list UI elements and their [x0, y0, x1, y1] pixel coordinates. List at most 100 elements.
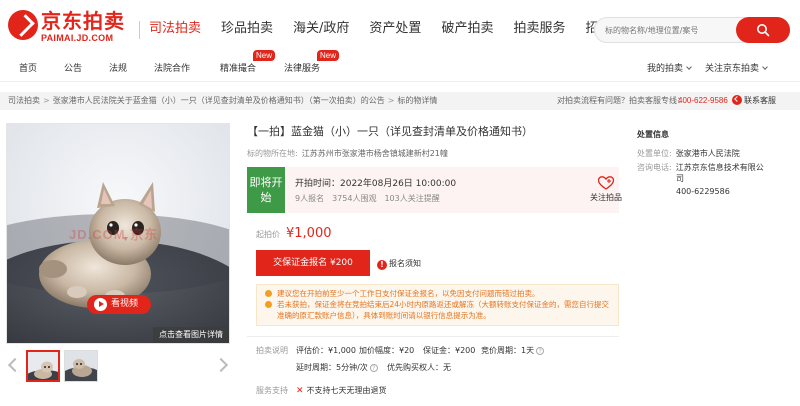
logo-text-cn: 京东拍卖 [41, 9, 125, 33]
consult-company-cont: 司 [676, 173, 684, 184]
new-badge: New [253, 50, 276, 61]
nav-treasure-auction[interactable]: 珍品拍卖 [211, 18, 283, 40]
service-hotline: 400-622-9586 [678, 96, 728, 105]
consult-company: 江苏京东信息技术有限公 [675, 163, 764, 172]
jd-auction-logo[interactable]: 京东拍卖 PAIMAI.JD.COM [8, 10, 136, 48]
subnav-precise-match[interactable]: 精准撮合 New [220, 50, 276, 76]
watch-video-button[interactable]: 看视频 [87, 295, 151, 314]
nav-auction-service[interactable]: 拍卖服务 [503, 18, 575, 40]
thumbnail-2[interactable] [64, 350, 98, 382]
thumbnail-1[interactable] [26, 350, 60, 382]
tip-text: 建议您在开拍前至少一个工作日支付保证金报名，以免因支付问题而错过拍卖。 [277, 289, 540, 298]
search-box [594, 17, 790, 43]
breadcrumb: 司法拍卖 > 张家港市人民法院关于蓝金猫（小）一只（详见查封清单及价格通知书）（第一… [8, 95, 437, 107]
no-return-text: 不支持七天无理由退货 [306, 386, 387, 395]
subnav-court-cooperation[interactable]: 法院合作 [154, 62, 190, 76]
location-value: 江苏苏州市张家港市杨舍镇城建新村21幢 [301, 149, 448, 158]
view-count: 3754人围观 [332, 194, 377, 203]
consult-phone: 400-6229586 [676, 187, 730, 196]
play-icon [94, 298, 107, 311]
bidding-period: 竞价周期：1天? [481, 345, 545, 357]
close-x-icon: ✕ [296, 386, 304, 396]
subnav-law[interactable]: 法规 [109, 62, 127, 76]
watch-video-label: 看视频 [111, 299, 139, 309]
consult-company-tail: 司 [676, 174, 684, 183]
bidding-period-text: 竞价周期：1天 [481, 346, 535, 355]
item-location: 标的物所在地: 江苏苏州市张家港市杨舍镇城建新村21幢 [247, 148, 448, 160]
status-badge: 即将开始 [247, 167, 285, 213]
view-photo-details-link[interactable]: 点击查看图片详情 [153, 327, 229, 343]
delay-period: 延时周期：5分钟/次? [296, 362, 378, 374]
search-button[interactable] [736, 17, 790, 43]
start-price-label: 起拍价 [256, 230, 280, 239]
photo-watermark: JD.COM 京东 [69, 227, 159, 242]
delay-period-text: 延时周期：5分钟/次 [296, 363, 368, 372]
auction-stats: 9人报名 3754人围观 103人关注提醒 [295, 194, 448, 204]
section-divider [247, 336, 619, 337]
tip-item: 若未获拍，保证金将在竞拍结束后24小时内原路返还或解冻（大额转账支付保证金的，需… [265, 299, 610, 321]
follow-item-button[interactable]: 关注拍品 [588, 176, 624, 203]
signup-count: 9人报名 [295, 194, 325, 203]
disposal-unit-row: 处置单位: 张家港市人民法院 [637, 148, 740, 159]
consult-label: 咨询电话: [637, 163, 672, 172]
follow-jd-menu[interactable]: 关注京东拍卖 [705, 62, 768, 76]
thumbnail-image [28, 352, 58, 380]
nav-bankruptcy-auction[interactable]: 破产拍卖 [431, 18, 503, 40]
pay-deposit-register-button[interactable]: 交保证金报名 ¥200 [256, 250, 370, 276]
question-icon[interactable]: ? [369, 364, 378, 372]
breadcrumb-item[interactable]: 司法拍卖 [8, 96, 40, 105]
start-time: 开拍时间：2022年08月26日 10:00:00 [295, 179, 457, 189]
search-icon [757, 24, 770, 37]
chevron-right-icon[interactable] [213, 357, 229, 373]
breadcrumb-item[interactable]: 张家港市人民法院关于蓝金猫（小）一只（详见查封清单及价格通知书）（第一次拍卖）的… [53, 96, 385, 105]
sub-nav: 首页 公告 法规 法院合作 精准撮合 New 法律服务 New 我的拍卖 关注京… [0, 50, 800, 82]
contact-service-label: 联系客服 [744, 96, 776, 105]
chevron-left-icon[interactable] [7, 357, 23, 373]
main-nav: 司法拍卖 珍品拍卖 海关/政府 资产处置 破产拍卖 拍卖服务 招标采购 [139, 18, 647, 40]
thumbnail-strip [6, 350, 230, 386]
my-auction-menu[interactable]: 我的拍卖 [647, 62, 692, 76]
disposal-heading: 处置信息 [637, 130, 669, 139]
headset-icon [732, 95, 742, 105]
subnav-precise-match-label: 精准撮合 [220, 64, 257, 74]
breadcrumb-bar: 司法拍卖 > 张家港市人民法院关于蓝金猫（小）一只（详见查封清单及价格通知书）（第一… [0, 92, 800, 110]
chevron-down-icon [686, 64, 692, 70]
top-header: 京东拍卖 PAIMAI.JD.COM 司法拍卖 珍品拍卖 海关/政府 资产处置 … [0, 0, 800, 58]
nav-asset-disposal[interactable]: 资产处置 [359, 18, 431, 40]
search-input[interactable] [605, 23, 735, 37]
subnav-home[interactable]: 首页 [19, 62, 37, 76]
auction-status-panel: 即将开始 开拍时间：2022年08月26日 10:00:00 9人报名 3754人… [247, 167, 622, 213]
start-price-value: ¥1,000 [286, 226, 332, 241]
follow-item-label: 关注拍品 [590, 193, 622, 202]
item-title: 【一拍】蓝金猫（小）一只（详见查封清单及价格通知书） [247, 125, 533, 138]
subnav-legal-service[interactable]: 法律服务 New [284, 50, 340, 76]
priority-buyer-text: 优先购买权人：无 [387, 363, 451, 372]
no-return-policy: ✕ 不支持七天无理由退货 [296, 385, 387, 397]
nav-customs-gov[interactable]: 海关/政府 [283, 18, 359, 40]
reminder-count: 103人关注提醒 [384, 194, 440, 203]
bulb-icon [265, 301, 272, 308]
start-price-row: 起拍价 ¥1,000 [256, 226, 332, 241]
breadcrumb-separator: > [387, 96, 395, 105]
tip-text: 若未获拍，保证金将在竞拍结束后24小时内原路返还或解冻（大额转账支付保证金的，需… [277, 300, 610, 320]
exclamation-icon: ! [377, 260, 387, 270]
auction-desc-label: 拍卖说明 [256, 346, 288, 355]
subnav-legal-service-label: 法律服务 [284, 64, 321, 74]
thumbnail-image [65, 351, 97, 381]
subnav-notice[interactable]: 公告 [64, 62, 82, 76]
main-photo[interactable]: JD.COM 京东 看视频 点击查看图片详情 [6, 123, 230, 344]
deposit-tips: 建议您在开拍前至少一个工作日支付保证金报名，以免因支付问题而错过拍卖。 若未获拍… [256, 284, 619, 326]
nav-judicial-auction[interactable]: 司法拍卖 [139, 18, 211, 40]
service-support-label: 服务支持 [256, 386, 288, 395]
registration-notice-link[interactable]: ! 报名须知 [377, 258, 421, 270]
appraisal-price: 评估价：¥1,000 [296, 346, 356, 355]
question-icon[interactable]: ? [536, 347, 545, 355]
consult-phone-row: 400-6229586 [676, 186, 730, 197]
location-label: 标的物所在地: [247, 149, 298, 158]
help-question: 对拍卖流程有问题？拍卖客服专线： [557, 96, 685, 105]
breadcrumb-item: 标的物详情 [397, 96, 438, 105]
breadcrumb-separator: > [43, 96, 50, 105]
contact-service-button[interactable]: 联系客服 [732, 94, 776, 108]
new-badge: New [317, 50, 340, 61]
my-auction-label: 我的拍卖 [647, 64, 684, 74]
